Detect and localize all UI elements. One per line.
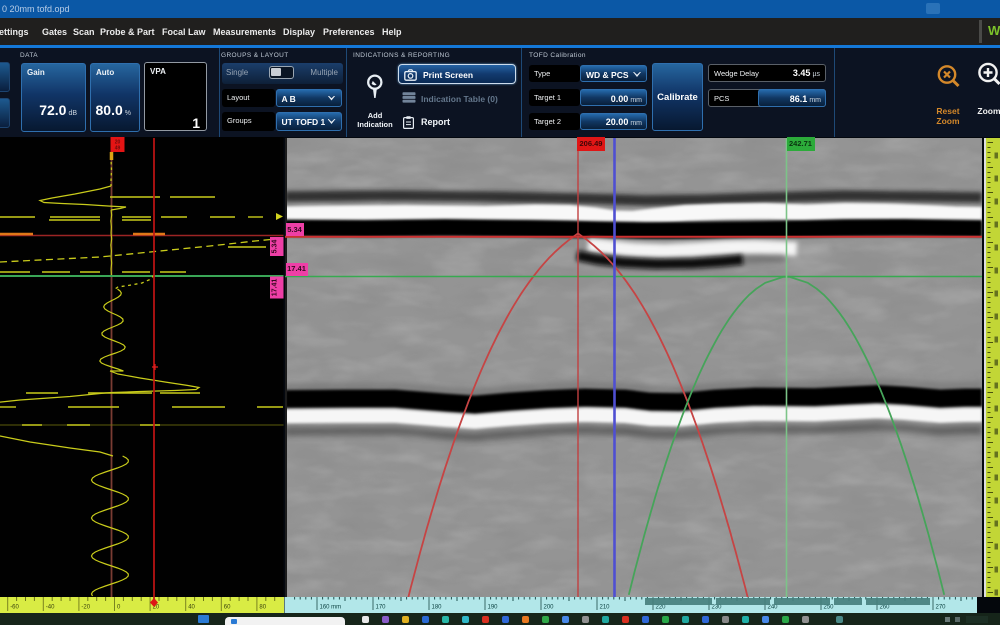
svg-text:17.41: 17.41 bbox=[272, 279, 279, 297]
svg-text:210: 210 bbox=[600, 605, 611, 611]
svg-text:-60: -60 bbox=[10, 605, 19, 611]
svg-text:220: 220 bbox=[656, 605, 667, 611]
svg-text:260: 260 bbox=[880, 605, 891, 611]
svg-text:5.34: 5.34 bbox=[272, 240, 279, 254]
svg-text:80: 80 bbox=[259, 605, 266, 611]
svg-text:170: 170 bbox=[376, 605, 387, 611]
svg-text:49: 49 bbox=[115, 146, 121, 152]
svg-text:270: 270 bbox=[936, 605, 947, 611]
svg-text:240: 240 bbox=[768, 605, 779, 611]
svg-text:-20: -20 bbox=[81, 605, 90, 611]
svg-text:200: 200 bbox=[544, 605, 555, 611]
svg-text:230: 230 bbox=[712, 605, 723, 611]
svg-text:180: 180 bbox=[432, 605, 443, 611]
svg-text:60: 60 bbox=[224, 605, 231, 611]
svg-text:-40: -40 bbox=[46, 605, 55, 611]
svg-text:160 mm: 160 mm bbox=[320, 605, 342, 611]
svg-text:190: 190 bbox=[488, 605, 499, 611]
svg-text:40: 40 bbox=[188, 605, 195, 611]
svg-text:250: 250 bbox=[824, 605, 835, 611]
